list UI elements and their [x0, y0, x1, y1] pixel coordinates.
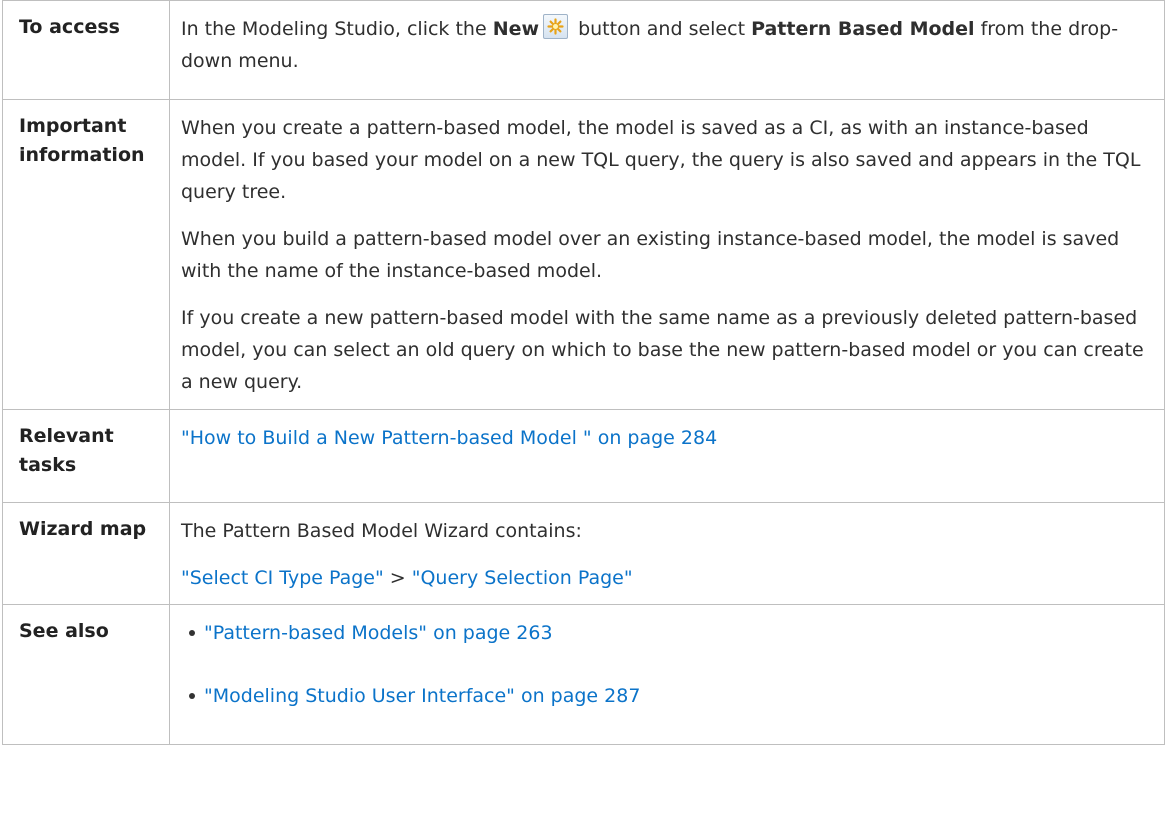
bullet-icon	[189, 630, 195, 636]
bullet-icon	[189, 693, 195, 699]
row-content: "How to Build a New Pattern-based Model …	[169, 409, 1165, 503]
access-instructions: In the Modeling Studio, click the New bu…	[181, 13, 1146, 77]
row-wizard-map: Wizard map The Pattern Based Model Wizar…	[2, 502, 1165, 605]
info-paragraph: When you create a pattern-based model, t…	[181, 117, 1141, 203]
row-to-access: To access In the Modeling Studio, click …	[2, 0, 1165, 100]
pattern-models-link[interactable]: "Pattern-based Models" on page 263	[204, 622, 553, 644]
row-label: See also	[2, 604, 170, 745]
list-item: "Modeling Studio User Interface" on page…	[189, 680, 1146, 712]
row-content: When you create a pattern-based model, t…	[169, 99, 1165, 410]
row-content: In the Modeling Studio, click the New bu…	[169, 0, 1165, 100]
row-see-also: See also "Pattern-based Models" on page …	[2, 604, 1165, 745]
row-content: The Pattern Based Model Wizard contains:…	[169, 502, 1165, 605]
row-label: Important information	[2, 99, 170, 410]
new-star-icon	[543, 14, 569, 39]
pattern-menu-label: Pattern Based Model	[751, 18, 975, 40]
query-selection-link[interactable]: "Query Selection Page"	[412, 567, 633, 589]
info-paragraph: If you create a new pattern-based model …	[181, 307, 1144, 393]
wizard-intro: The Pattern Based Model Wizard contains:	[181, 520, 582, 542]
row-label: Relevant tasks	[2, 409, 170, 503]
row-label: To access	[2, 0, 170, 100]
list-item: "Pattern-based Models" on page 263	[189, 617, 1146, 649]
new-button-label: New	[492, 18, 540, 40]
row-content: "Pattern-based Models" on page 263 "Mode…	[169, 604, 1165, 745]
info-table: To access In the Modeling Studio, click …	[2, 0, 1165, 745]
how-to-build-link[interactable]: "How to Build a New Pattern-based Model …	[181, 427, 717, 449]
info-paragraph: When you build a pattern-based model ove…	[181, 228, 1120, 282]
text-segment: button and select	[572, 18, 752, 40]
wizard-separator: >	[383, 567, 412, 589]
text-segment: In the Modeling Studio, click the	[181, 18, 493, 40]
row-label: Wizard map	[2, 502, 170, 605]
wizard-steps: "Select CI Type Page" > "Query Selection…	[181, 562, 1146, 594]
row-important-information: Important information When you create a …	[2, 99, 1165, 410]
row-relevant-tasks: Relevant tasks "How to Build a New Patte…	[2, 409, 1165, 503]
select-ci-type-link[interactable]: "Select CI Type Page"	[181, 567, 384, 589]
see-also-list: "Pattern-based Models" on page 263 "Mode…	[181, 617, 1146, 712]
modeling-studio-ui-link[interactable]: "Modeling Studio User Interface" on page…	[204, 685, 640, 707]
